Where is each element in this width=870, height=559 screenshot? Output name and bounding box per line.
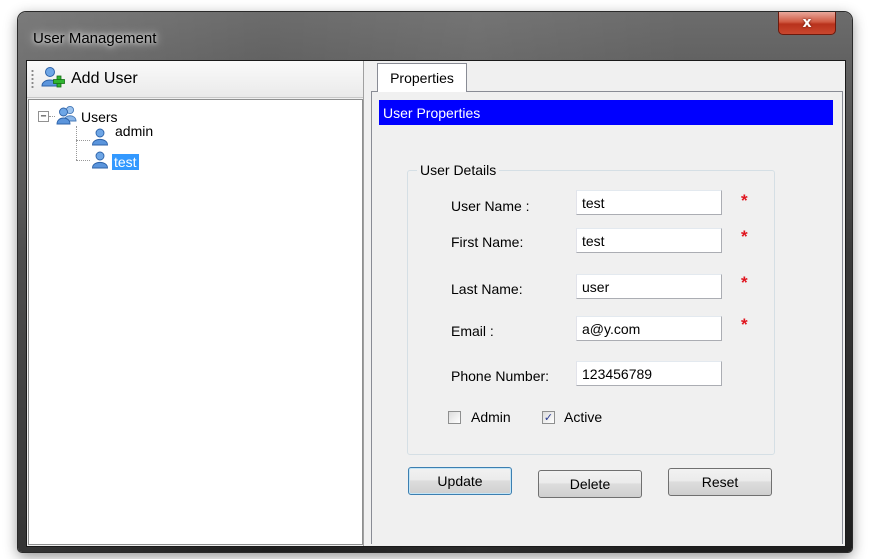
close-button[interactable]: x (778, 12, 836, 35)
required-marker: * (741, 227, 748, 246)
first-name-label: First Name: (451, 234, 524, 250)
tree-connector (76, 160, 90, 161)
required-marker: * (741, 315, 748, 334)
toolbar: Add User (27, 61, 363, 98)
user-icon (91, 128, 109, 149)
last-name-input[interactable] (576, 274, 722, 299)
email-label: Email : (451, 323, 494, 339)
admin-checkbox[interactable] (448, 411, 461, 424)
properties-tab-page: User Properties User Details User Name :… (371, 91, 843, 544)
user-icon (91, 151, 109, 172)
tree-node-label-selected: test (112, 153, 139, 170)
first-name-input[interactable] (576, 228, 722, 253)
client-area: Add User − Users admin test Properties U… (26, 60, 846, 547)
active-checkbox[interactable]: ✓ (542, 411, 555, 424)
tree-connector (76, 140, 90, 141)
tree-node-test[interactable]: test (91, 151, 139, 172)
add-user-icon (41, 66, 67, 93)
left-pane: Add User − Users admin test (27, 61, 364, 546)
tree-connector (76, 126, 77, 160)
tree-expander[interactable]: − (38, 111, 49, 122)
phone-number-input[interactable] (576, 361, 722, 386)
tree-node-label: Users (81, 108, 118, 125)
tree-node-users[interactable]: Users (56, 105, 118, 128)
delete-button[interactable]: Delete (538, 470, 642, 498)
user-tree[interactable]: − Users admin test (28, 99, 363, 545)
tab-properties[interactable]: Properties (377, 63, 467, 92)
user-details-group: User Details User Name : * First Name: *… (407, 162, 775, 455)
users-group-icon (56, 105, 78, 128)
tree-connector (49, 116, 55, 117)
reset-button[interactable]: Reset (668, 468, 772, 496)
toolbar-grip[interactable] (31, 69, 34, 89)
window-frame: User Management x Add User − Users admin… (18, 12, 852, 552)
add-user-label: Add User (71, 70, 138, 87)
tree-node-label: admin (115, 122, 154, 139)
required-marker: * (741, 191, 748, 210)
update-button[interactable]: Update (408, 467, 512, 495)
email-input[interactable] (576, 316, 722, 341)
active-checkbox-label: Active (564, 409, 603, 425)
admin-checkbox-label: Admin (471, 409, 511, 425)
phone-number-label: Phone Number: (451, 368, 550, 384)
required-marker: * (741, 273, 748, 292)
right-pane: Properties User Properties User Details … (367, 61, 845, 546)
user-name-label: User Name : (451, 198, 530, 214)
group-title: User Details (417, 162, 500, 178)
user-name-input[interactable] (576, 190, 722, 215)
add-user-button[interactable]: Add User (41, 66, 138, 93)
tree-node-admin[interactable]: admin (91, 123, 153, 149)
properties-header: User Properties (379, 100, 833, 125)
window-title: User Management (33, 30, 157, 47)
last-name-label: Last Name: (451, 281, 523, 297)
